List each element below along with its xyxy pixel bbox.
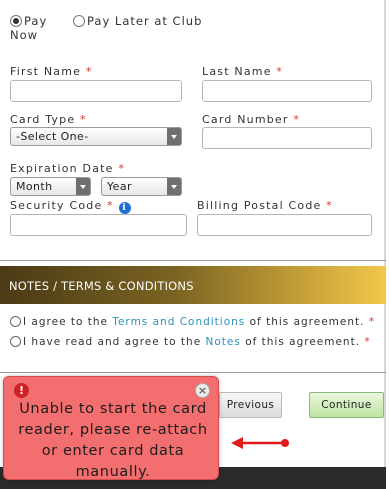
agree-notes-row: I have read and agree to the Notes of th… — [10, 336, 371, 348]
previous-button[interactable]: Previous — [219, 392, 282, 418]
pay-now-radio[interactable]: Pay Now — [10, 14, 70, 42]
continue-button[interactable]: Continue — [309, 392, 384, 418]
last-name-input[interactable] — [202, 80, 372, 102]
pay-later-label: Pay Later at Club — [87, 14, 203, 28]
first-name-input[interactable] — [10, 80, 182, 102]
required-marker: * — [276, 65, 284, 78]
payment-option-group: Pay Now Pay Later at Club — [10, 14, 389, 54]
agree-terms-row: I agree to the Terms and Conditions of t… — [10, 316, 375, 328]
radio-unselected-icon — [73, 15, 85, 27]
alert-icon: ! — [14, 383, 29, 398]
last-name-label-text: Last Name — [202, 65, 272, 78]
required-marker: * — [293, 113, 301, 126]
year-selected-value: Year — [107, 180, 132, 193]
radio-selected-icon — [10, 15, 22, 27]
footer-divider — [0, 372, 386, 373]
security-code-label-text: Security Code — [10, 199, 103, 212]
error-toast: ! × Unable to start the card reader, ple… — [3, 376, 219, 480]
billing-postal-input[interactable] — [197, 214, 372, 236]
first-name-label: First Name * — [10, 65, 93, 78]
agree-terms-checkbox[interactable] — [10, 316, 21, 327]
chevron-down-icon — [76, 178, 90, 195]
card-type-label-text: Card Type — [10, 113, 76, 126]
agree-notes-checkbox[interactable] — [10, 336, 21, 347]
agree-terms-text: I agree to the — [23, 316, 108, 328]
agree-terms-suffix: of this agreement. — [249, 316, 365, 328]
billing-postal-label-text: Billing Postal Code — [197, 199, 322, 212]
agree-notes-suffix: of this agreement. — [245, 336, 361, 348]
section-divider — [0, 260, 386, 261]
arrow-left-icon — [231, 437, 289, 449]
required-marker: * — [80, 113, 87, 126]
notes-link[interactable]: Notes — [206, 336, 241, 348]
chevron-down-icon — [167, 178, 181, 195]
card-number-input[interactable] — [202, 127, 372, 149]
required-marker: * — [118, 162, 126, 175]
first-name-label-text: First Name — [10, 65, 82, 78]
expiration-label: Expiration Date * — [10, 162, 125, 175]
notes-header-text: NOTES / TERMS & CONDITIONS — [9, 279, 194, 293]
required-marker: * — [85, 65, 93, 78]
notes-terms-header: NOTES / TERMS & CONDITIONS — [0, 266, 386, 304]
info-icon[interactable]: i — [118, 202, 131, 214]
security-code-input[interactable] — [10, 214, 187, 236]
card-number-label: Card Number * — [202, 113, 300, 126]
expiration-month-select[interactable]: Month — [10, 177, 91, 196]
card-type-label: Card Type * — [10, 113, 87, 126]
expiration-year-select[interactable]: Year — [101, 177, 182, 196]
required-marker: * — [107, 199, 114, 212]
pay-later-radio[interactable]: Pay Later at Club — [73, 14, 273, 28]
required-marker: * — [368, 316, 376, 328]
card-type-select[interactable]: -Select One- — [10, 127, 182, 146]
toast-message: Unable to start the card reader, please … — [18, 401, 208, 480]
agree-notes-text: I have read and agree to the — [23, 336, 202, 348]
month-selected-value: Month — [16, 180, 53, 193]
billing-postal-label: Billing Postal Code * — [197, 199, 333, 212]
terms-and-conditions-link[interactable]: Terms and Conditions — [112, 316, 245, 328]
last-name-label: Last Name * — [202, 65, 283, 78]
chevron-down-icon — [167, 128, 181, 145]
card-type-selected-value: -Select One- — [16, 130, 89, 143]
required-marker: * — [326, 199, 333, 212]
card-number-label-text: Card Number — [202, 113, 289, 126]
required-marker: * — [364, 336, 371, 348]
security-code-label: Security Code * i — [10, 199, 131, 214]
close-icon[interactable]: × — [195, 383, 210, 398]
expiration-label-text: Expiration Date — [10, 162, 114, 175]
